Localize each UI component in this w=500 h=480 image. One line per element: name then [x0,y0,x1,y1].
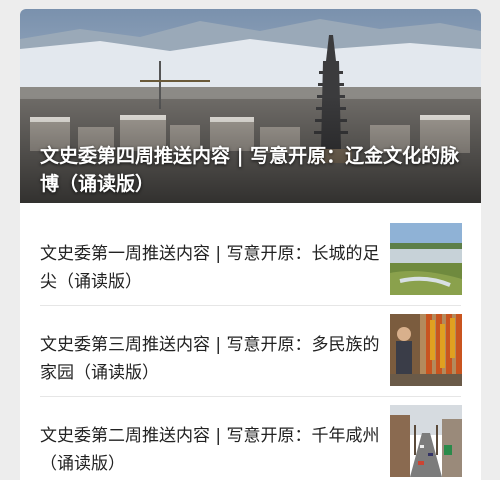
divider [40,396,461,397]
people-corn-photo [390,314,462,386]
featured-article[interactable]: 文史委第四周推送内容 | 写意开原：辽金文化的脉博（诵读版） [20,9,481,203]
article-thumbnail [390,223,462,295]
article-item-3[interactable]: 文史委第二周推送内容 | 写意开原：千年咸州（诵读版） [20,405,481,480]
article-list-card: 文史委第四周推送内容 | 写意开原：辽金文化的脉博（诵读版） 文史委第一周推送内… [20,9,481,480]
article-item-1[interactable]: 文史委第一周推送内容 | 写意开原：长城的足尖（诵读版） [20,223,481,313]
street-photo [390,405,462,477]
divider [40,305,461,306]
article-thumbnail [390,314,462,386]
article-item-2[interactable]: 文史委第三周推送内容 | 写意开原：多民族的家园（诵读版） [20,314,481,404]
article-title: 文史委第二周推送内容 | 写意开原：千年咸州（诵读版） [40,426,380,474]
featured-article-title: 文史委第四周推送内容 | 写意开原：辽金文化的脉博（诵读版） [40,145,460,195]
article-thumbnail [390,405,462,477]
article-title: 文史委第一周推送内容 | 写意开原：长城的足尖（诵读版） [40,244,380,292]
article-title: 文史委第三周推送内容 | 写意开原：多民族的家园（诵读版） [40,335,380,383]
landscape-river-photo [390,223,462,295]
